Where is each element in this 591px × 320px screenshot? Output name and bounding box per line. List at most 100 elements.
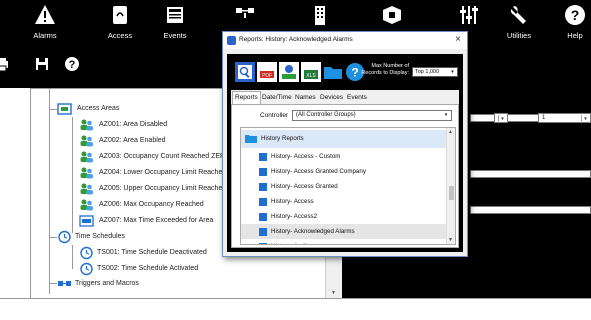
chevron-down-icon: ▾ [444, 112, 448, 118]
report-item[interactable]: History- Audit [241, 239, 446, 244]
detail-select-b[interactable]: 1 ▾ [538, 113, 591, 123]
chevron-down-icon: ▾ [498, 115, 506, 123]
scroll-down-icon[interactable]: ▼ [448, 237, 453, 243]
svg-text:?: ? [571, 7, 580, 23]
dialog-body: PDF XLS ? Max Number of Records to Displ… [227, 54, 463, 252]
help-icon[interactable]: ? [64, 56, 80, 72]
sliders-icon [460, 6, 478, 24]
nav-alarms[interactable]: Alarms [10, 0, 80, 44]
print-icon[interactable] [0, 56, 10, 72]
people-icon [80, 151, 93, 163]
tree-node-label: Time Schedules [75, 233, 125, 240]
reports-tab-panel: Controller (All Controller Groups) ▾ His… [231, 104, 459, 248]
detail-select-a[interactable]: ▾ [494, 113, 508, 123]
report-icon [259, 153, 267, 161]
card-reader-icon [113, 6, 127, 24]
tab-reports[interactable]: Reports [232, 91, 261, 104]
report-item-label: History- Acknowledged Alarms [271, 228, 355, 235]
report-item[interactable]: History- Access - Custom [241, 149, 446, 164]
controller-select[interactable]: (All Controller Groups) ▾ [292, 110, 452, 121]
nav-label: Help [567, 31, 583, 40]
select-value: 1 [542, 115, 546, 121]
report-item[interactable]: History- Access Granted Company [241, 164, 446, 179]
pdf-export-icon[interactable]: PDF [257, 62, 277, 82]
folder-icon[interactable] [323, 62, 343, 82]
tab-date-time[interactable]: Date/Time [260, 92, 294, 104]
save-icon[interactable] [34, 56, 50, 72]
events-icon [167, 7, 183, 23]
scroll-up-icon[interactable]: ▲ [448, 129, 453, 135]
chevron-down-icon: ▾ [581, 115, 589, 123]
controller-label: Controller [260, 112, 289, 119]
close-button[interactable]: × [455, 34, 461, 45]
max-records-select[interactable]: Top 1,000 ▾ [412, 67, 458, 77]
scroll-thumb[interactable] [449, 186, 454, 200]
report-icon [259, 168, 267, 176]
people-icon [80, 199, 93, 211]
report-item-label: History- Access - Custom [271, 153, 341, 160]
app-window: Alarms Access Events Utilities ? Help ? … [0, 0, 591, 320]
report-icon [259, 213, 267, 221]
report-group-label: History Reports [261, 135, 304, 142]
report-group-history[interactable]: History Reports [241, 130, 446, 148]
tree-item-label: AZ007: Max Time Exceeded for Area [99, 217, 214, 224]
tree-item-label: AZ001: Area Disabled [99, 121, 168, 128]
scroll-down-icon[interactable]: ▼ [331, 290, 336, 296]
dialog-title: Reports: History: Acknowledged Alarms [239, 36, 353, 43]
excel-export-icon[interactable]: XLS [301, 62, 321, 82]
people-icon [80, 135, 93, 147]
nav-help[interactable]: ? Help [540, 0, 591, 44]
preview-report-icon[interactable] [235, 62, 255, 82]
report-item[interactable]: History- Acknowledged Alarms [241, 224, 446, 239]
people-icon [80, 119, 93, 131]
timer-icon [79, 215, 94, 227]
tree-item-label: TS002: Time Schedule Activated [97, 265, 199, 272]
detail-strip [470, 206, 591, 214]
detail-strip [470, 170, 591, 178]
svg-text:XLS: XLS [306, 73, 316, 79]
people-icon [80, 183, 93, 195]
report-item-label: History- Access Granted [271, 183, 338, 190]
svg-text:?: ? [69, 59, 76, 71]
report-item-label: History- Access2 [271, 213, 318, 220]
tab-events[interactable]: Events [345, 92, 369, 104]
clock-icon [80, 262, 93, 276]
trigger-icon [58, 281, 71, 286]
warning-icon [35, 5, 55, 24]
tab-names[interactable]: Names [293, 92, 318, 104]
nav-label: Events [163, 31, 187, 40]
select-value: (All Controller Groups) [296, 112, 356, 118]
tree-item-label: AZ004: Lower Occupancy Limit Reached [99, 169, 227, 176]
report-item[interactable]: History- Access [241, 194, 446, 209]
nav-events[interactable]: Events [140, 0, 210, 44]
wrench-icon [510, 6, 526, 24]
building-icon [315, 6, 325, 25]
report-icon [259, 243, 267, 244]
tree-item-label: AZ005: Upper Occupancy Limit Reached [99, 185, 227, 192]
tree-item-label: TS001: Time Schedule Deactivated [97, 249, 207, 256]
folder-icon [245, 135, 257, 143]
status-area [0, 298, 591, 320]
report-item-label: History- Access [271, 198, 314, 205]
tree-item-label: AZ003: Occupancy Count Reached ZERO [99, 153, 231, 160]
hardware-icon [383, 6, 401, 24]
report-toolbar: PDF XLS ? Max Number of Records to Displ… [231, 58, 459, 88]
report-item[interactable]: History- Access2 [241, 209, 446, 224]
report-icon [259, 183, 267, 191]
svg-text:PDF: PDF [262, 73, 272, 79]
report-icon [259, 198, 267, 206]
dialog-titlebar[interactable]: Reports: History: Acknowledged Alarms × [223, 32, 467, 49]
chevron-down-icon: ▾ [451, 69, 454, 75]
topology-icon [236, 8, 254, 18]
people-icon [80, 167, 93, 179]
dialog-tabs: Reports Date/Time Names Devices Events [231, 90, 459, 104]
email-report-icon[interactable] [279, 62, 299, 82]
max-records-label: Max Number of Records to Display: [361, 63, 409, 76]
report-item-label: History- Audit [271, 239, 308, 244]
access-areas-icon [57, 103, 72, 115]
report-item[interactable]: History- Access Granted [241, 179, 446, 194]
report-list-scrollbar[interactable]: ▲ ▼ [446, 128, 455, 244]
report-list: History Reports History- Access - Custom… [240, 127, 456, 245]
tab-devices[interactable]: Devices [318, 92, 345, 104]
reports-dialog: Reports: History: Acknowledged Alarms × … [222, 31, 468, 257]
